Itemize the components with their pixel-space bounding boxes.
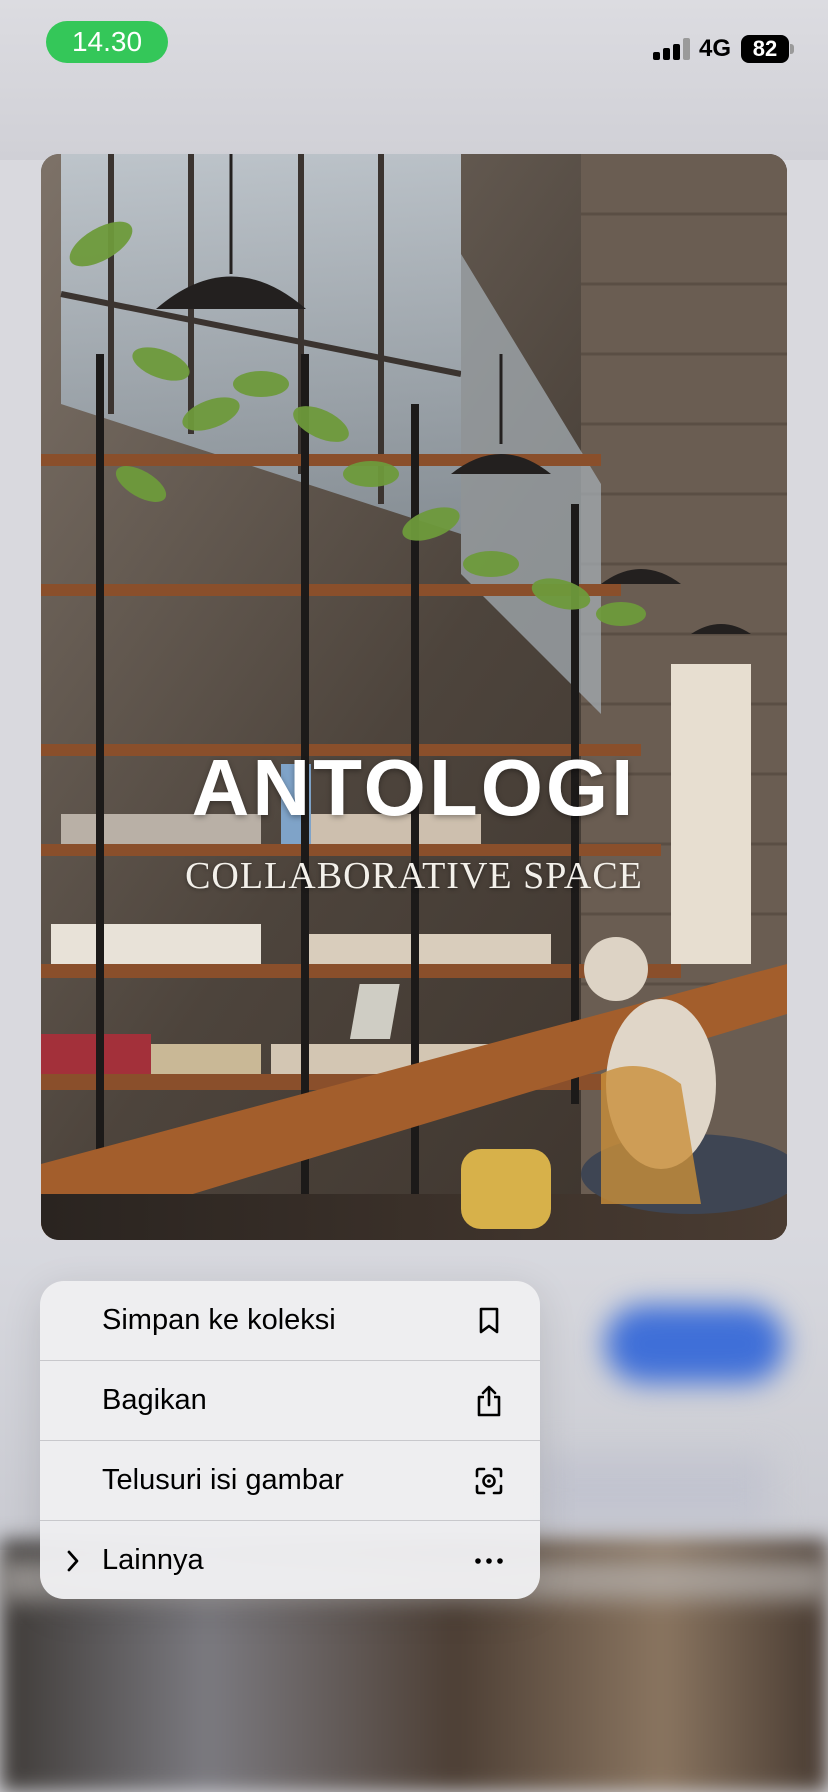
status-time[interactable]: 14.30: [46, 21, 168, 63]
battery-level: 82: [752, 36, 778, 61]
background-blurred-element: [540, 1455, 770, 1525]
status-bar: 14.30 4G 82: [0, 0, 828, 100]
battery-tip: [790, 44, 794, 54]
battery-icon: 82: [741, 35, 789, 63]
visual-search-icon: [474, 1466, 504, 1496]
menu-item-label: Lainnya: [102, 1544, 204, 1576]
share-icon: [474, 1385, 504, 1416]
menu-item-label: Bagikan: [102, 1384, 207, 1416]
bookmark-icon: [474, 1306, 504, 1336]
photo-subtitle: COLLABORATIVE SPACE: [185, 855, 643, 897]
menu-item-visual-search[interactable]: Telusuri isi gambar: [40, 1441, 540, 1520]
photo-title: ANTOLOGI: [191, 743, 637, 832]
menu-item-more[interactable]: Lainnya: [40, 1521, 540, 1599]
cellular-signal-icon: [653, 38, 691, 60]
menu-item-share[interactable]: Bagikan: [40, 1361, 540, 1440]
photo-scene: [41, 154, 787, 1240]
menu-item-label: Simpan ke koleksi: [102, 1304, 336, 1336]
network-type: 4G: [699, 35, 732, 62]
background-blurred-button: [605, 1305, 785, 1383]
context-menu: Simpan ke koleksi Bagikan Telusuri isi g…: [40, 1281, 540, 1599]
chevron-right-icon: [64, 1549, 82, 1573]
menu-item-save-to-collection[interactable]: Simpan ke koleksi: [40, 1281, 540, 1360]
menu-item-label: Telusuri isi gambar: [102, 1464, 344, 1496]
more-icon: [474, 1546, 504, 1576]
photo-preview[interactable]: ANTOLOGI COLLABORATIVE SPACE: [41, 154, 787, 1240]
